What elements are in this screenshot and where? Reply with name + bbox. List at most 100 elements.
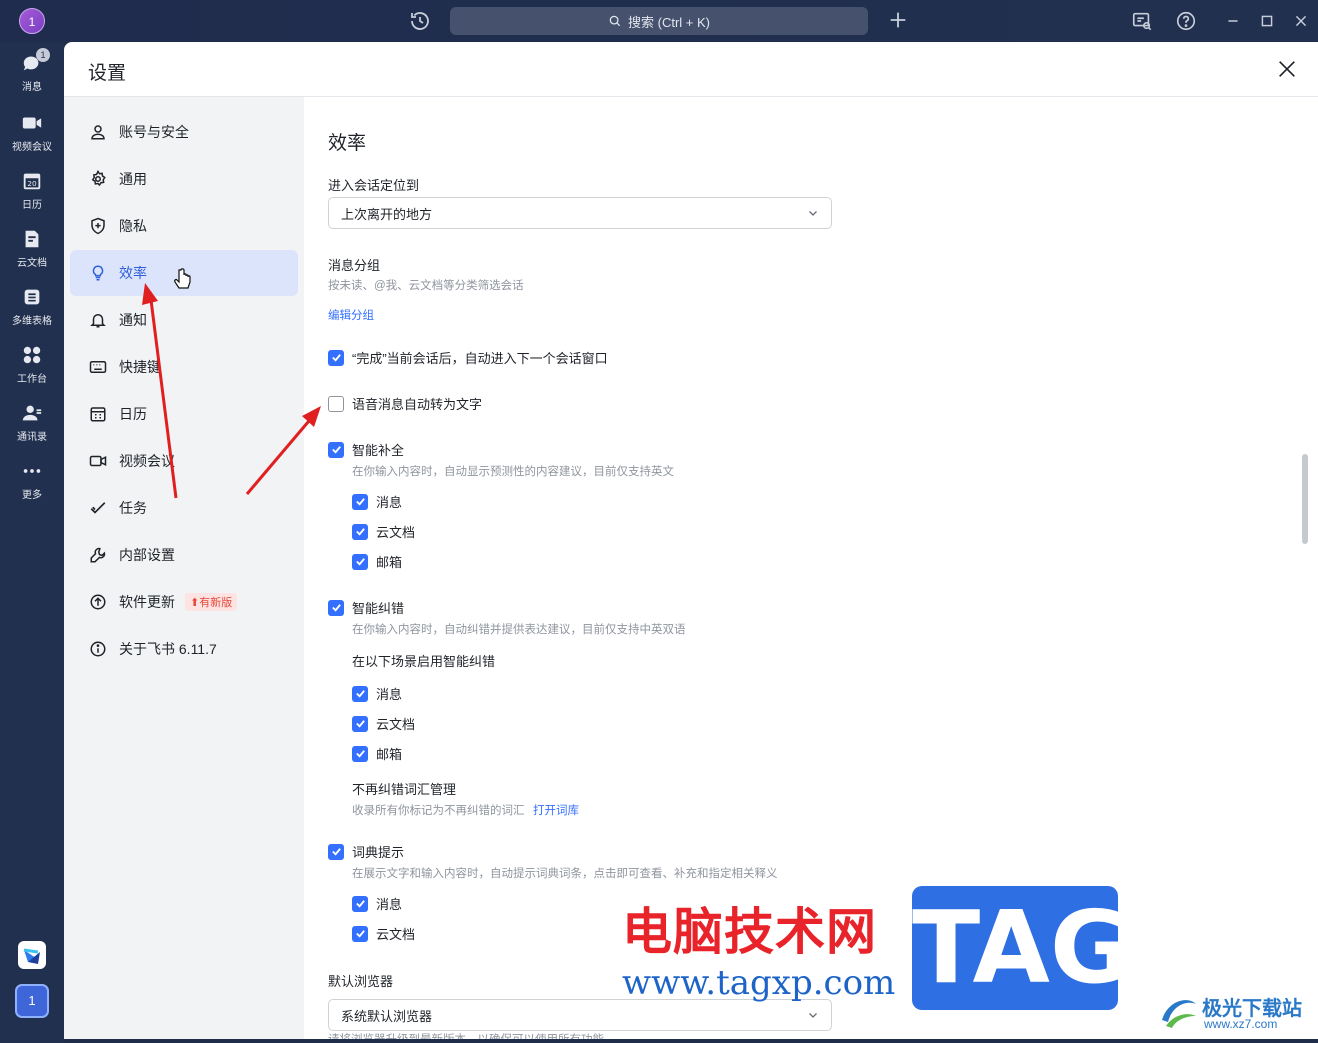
enter-session-select[interactable]: 上次离开的地方 (328, 197, 832, 229)
vocab-desc: 收录所有你标记为不再纠错的词汇 (352, 805, 525, 817)
nav-item-calendar[interactable]: 日历 (70, 391, 298, 437)
rail-item-messages[interactable]: 1 消息 (0, 48, 64, 93)
smart-correct-mail-row[interactable]: 邮箱 (352, 744, 402, 763)
profile-avatar[interactable]: 1 (19, 8, 45, 34)
checkbox[interactable] (352, 493, 368, 510)
app-logo-icon[interactable] (18, 941, 46, 969)
browser-label: 默认浏览器 (328, 974, 394, 989)
smart-correct-messages-row[interactable]: 消息 (352, 684, 402, 703)
nav-item-efficiency[interactable]: 效率 (70, 250, 298, 296)
dict-hint-messages-row[interactable]: 消息 (352, 894, 402, 913)
voice-to-text-checkbox[interactable] (328, 395, 344, 412)
smart-complete-mail-row[interactable]: 邮箱 (352, 552, 402, 571)
section-title: 效率 (328, 133, 367, 154)
enter-session-label: 进入会话定位到 (328, 178, 420, 193)
nav-item-video-meeting[interactable]: 视频会议 (70, 438, 298, 484)
nav-item-internal-settings[interactable]: 内部设置 (70, 532, 298, 578)
checkbox[interactable] (352, 895, 368, 912)
history-icon[interactable] (408, 9, 432, 33)
rail-item-workplace[interactable]: 工作台 (0, 344, 64, 385)
app-rail: 1 消息 视频会议 20 日历 云文档 多维表格 工作台 通讯录 更多 1 (0, 42, 64, 1043)
unread-badge: 1 (36, 48, 50, 62)
smart-complete-row[interactable]: 智能补全 (328, 440, 404, 459)
svg-text:20: 20 (27, 179, 37, 188)
rail-item-docs[interactable]: 云文档 (0, 228, 64, 269)
rail-item-video-meeting[interactable]: 视频会议 (0, 112, 64, 153)
lightbulb-icon (92, 265, 104, 281)
settings-sidebar: 账号与安全 通用 隐私 效率 通知 快捷键 日历 视频会议 任务 内部设置 软件… (64, 97, 304, 1039)
watermark-site-logo: 极光下载站 www.xz7.com (1158, 990, 1308, 1036)
smart-correct-desc: 在你输入内容时，自动纠错并提供表达建议，目前仅支持中英双语 (352, 624, 686, 636)
video-camera-icon (89, 455, 107, 467)
rail-item-calendar[interactable]: 20 日历 (0, 170, 64, 211)
close-app-icon[interactable] (1290, 10, 1312, 32)
nav-item-notification[interactable]: 通知 (70, 297, 298, 343)
browser-select[interactable]: 系统默认浏览器 (328, 999, 832, 1031)
edit-group-link[interactable]: 编辑分组 (328, 307, 374, 323)
video-camera-icon (22, 117, 42, 129)
watermark-text: 电脑技术网 (622, 902, 877, 961)
nav-item-tasks[interactable]: 任务 (70, 485, 298, 531)
checkbox[interactable] (352, 925, 368, 942)
nav-item-account-security[interactable]: 账号与安全 (70, 109, 298, 155)
nav-item-software-update[interactable]: 软件更新 ⬆有新版 (70, 579, 298, 625)
rail-item-contacts[interactable]: 通讯录 (0, 402, 64, 443)
bell-icon (90, 314, 106, 328)
settings-title: 设置 (88, 63, 127, 84)
smart-complete-desc: 在你输入内容时，自动显示预测性的内容建议，目前仅支持英文 (352, 466, 674, 478)
info-icon (90, 641, 106, 657)
title-bar: 1 搜索 (Ctrl + K) (0, 0, 1318, 42)
new-version-badge: ⬆有新版 (185, 593, 238, 611)
maximize-icon[interactable] (1256, 10, 1278, 32)
calendar-icon: 20 (23, 173, 41, 190)
contacts-icon (22, 405, 42, 421)
smart-complete-docs-row[interactable]: 云文档 (352, 522, 415, 541)
checkbox[interactable] (352, 523, 368, 540)
voice-to-text-row[interactable]: 语音消息自动转为文字 (328, 394, 482, 413)
checkmark-icon (90, 502, 106, 514)
nav-item-privacy[interactable]: 隐私 (70, 203, 298, 249)
checkbox[interactable] (352, 685, 368, 702)
smart-complete-messages-row[interactable]: 消息 (352, 492, 402, 511)
open-vocab-link[interactable]: 打开词库 (533, 805, 579, 817)
upgrade-arrow-icon (90, 594, 106, 610)
screen-search-icon[interactable] (1131, 10, 1153, 32)
nav-item-shortcuts[interactable]: 快捷键 (70, 344, 298, 390)
checkbox[interactable] (352, 745, 368, 762)
browser-desc: 请将浏览器升级到最新版本，以确保可以使用所有功能 (328, 1031, 604, 1039)
vocab-title: 不再纠错词汇管理 (352, 782, 457, 797)
workspace-avatar[interactable]: 1 (15, 984, 49, 1018)
search-bar[interactable]: 搜索 (Ctrl + K) (450, 7, 868, 35)
msg-group-desc: 按未读、@我、云文档等分类筛选会话 (328, 280, 524, 292)
document-icon (25, 230, 39, 248)
keyboard-icon (89, 361, 107, 373)
smart-correct-docs-row[interactable]: 云文档 (352, 714, 415, 733)
dict-hint-docs-row[interactable]: 云文档 (352, 924, 415, 943)
watermark-url: www.tagxp.com (622, 963, 896, 1003)
aurora-logo-icon (1162, 1000, 1196, 1028)
grid-icon (23, 346, 41, 364)
dict-hint-row[interactable]: 词典提示 (328, 842, 404, 861)
smart-correct-checkbox[interactable] (328, 599, 344, 616)
scrollbar[interactable] (1302, 454, 1308, 544)
calendar-icon (90, 407, 106, 422)
nav-item-about[interactable]: 关于飞书 6.11.7 (70, 626, 298, 672)
nav-item-general[interactable]: 通用 (70, 156, 298, 202)
smart-correct-row[interactable]: 智能纠错 (328, 598, 404, 617)
help-icon[interactable] (1175, 10, 1197, 32)
checkbox[interactable] (352, 553, 368, 570)
done-next-checkbox[interactable] (328, 349, 344, 366)
dict-hint-checkbox[interactable] (328, 843, 344, 860)
minimize-icon[interactable] (1222, 10, 1244, 32)
chevron-down-icon (809, 211, 817, 216)
done-next-row[interactable]: “完成”当前会话后，自动进入下一个会话窗口 (328, 348, 608, 367)
plus-icon[interactable] (887, 9, 909, 31)
smart-complete-checkbox[interactable] (328, 441, 344, 458)
rail-item-bitable[interactable]: 多维表格 (0, 286, 64, 327)
settings-header: 设置 (64, 42, 1318, 97)
close-icon[interactable] (1276, 58, 1298, 80)
checkbox[interactable] (352, 715, 368, 732)
chevron-down-icon (809, 1013, 817, 1018)
rail-item-more[interactable]: 更多 (0, 460, 64, 501)
vocab-desc-row: 收录所有你标记为不再纠错的词汇 打开词库 (352, 801, 579, 819)
